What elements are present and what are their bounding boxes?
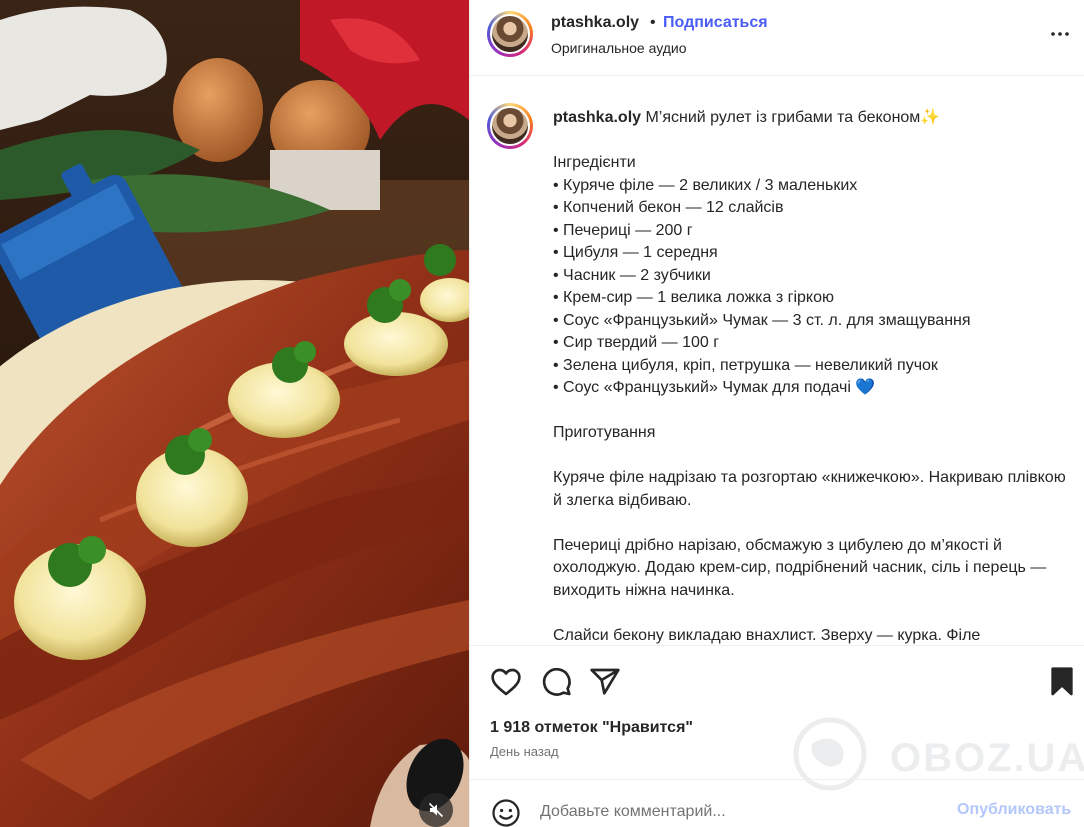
heart-icon[interactable] <box>490 666 522 698</box>
caption-author-avatar[interactable] <box>487 103 533 149</box>
bookmark-icon[interactable] <box>1046 666 1078 698</box>
share-icon[interactable] <box>589 666 621 698</box>
author-username[interactable]: ptashka.oly <box>551 14 639 32</box>
mute-button[interactable] <box>419 793 453 827</box>
post-header: ptashka.oly • Подписаться Оригинальное а… <box>470 0 1084 76</box>
caption-text: ptashka.oly М’ясний рулет із грибами та … <box>553 107 1073 645</box>
likes-count[interactable]: 1 918 отметок "Нравится" <box>490 719 693 737</box>
food-video-frame <box>0 0 469 827</box>
author-avatar[interactable] <box>487 11 533 57</box>
post-comment-button[interactable]: Опубликовать <box>957 801 1071 819</box>
more-options-icon[interactable] <box>1048 22 1072 46</box>
post-panel: ptashka.oly • Подписаться Оригинальное а… <box>469 0 1084 827</box>
comment-input[interactable] <box>540 800 940 824</box>
post-media[interactable] <box>0 0 469 827</box>
emoji-icon[interactable] <box>491 798 521 827</box>
comment-icon[interactable] <box>540 666 572 698</box>
post-caption: ptashka.oly М’ясний рулет із грибами та … <box>470 77 1084 645</box>
post-timestamp[interactable]: День назад <box>490 744 559 759</box>
audio-link[interactable]: Оригинальное аудио <box>551 40 687 56</box>
caption-body: М’ясний рулет із грибами та беконом✨ Інг… <box>553 109 1066 644</box>
caption-username[interactable]: ptashka.oly <box>553 109 641 126</box>
follow-button[interactable]: Подписаться <box>663 14 768 32</box>
watermark-text: OBOZ.UA <box>890 736 1084 780</box>
comment-bar: Опубликовать <box>470 779 1084 827</box>
speaker-muted-icon <box>428 802 444 818</box>
separator-dot: • <box>650 14 656 31</box>
